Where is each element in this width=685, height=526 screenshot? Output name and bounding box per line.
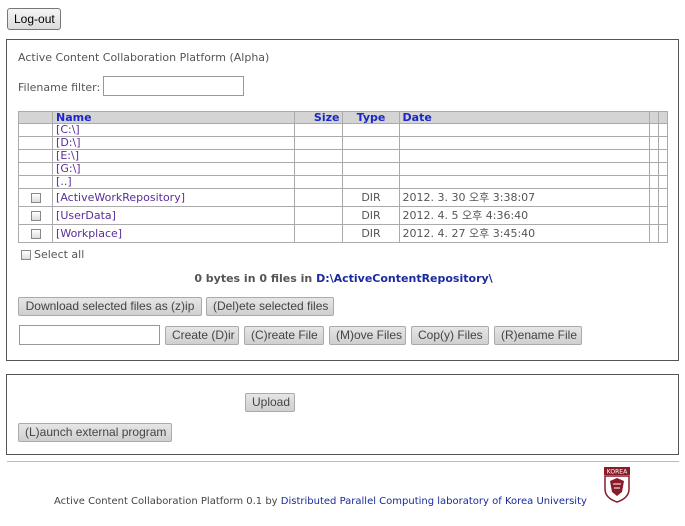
create-file-button[interactable]: (C)reate File xyxy=(244,326,324,345)
drive-link-e[interactable]: [E:\] xyxy=(56,151,79,162)
panel-title: Active Content Collaboration Platform (A… xyxy=(18,51,270,64)
download-zip-button[interactable]: Download selected files as (z)ip xyxy=(18,297,202,316)
table-row: [UserData] DIR 2012. 4. 5 오후 4:36:40 xyxy=(17,206,669,225)
delete-files-button[interactable]: (Del)ete selected files xyxy=(206,297,334,316)
directory-summary: 0 bytes in 0 files in D:\ActiveContentRe… xyxy=(7,272,680,285)
row-checkbox[interactable] xyxy=(30,193,41,203)
file-command-input[interactable] xyxy=(19,325,160,345)
header-extra-1 xyxy=(648,111,659,124)
logout-button[interactable]: Log-out xyxy=(7,8,61,30)
row-checkbox[interactable] xyxy=(30,211,41,221)
date-cell: 2012. 3. 30 오후 3:38:07 xyxy=(398,188,650,207)
table-row: [ActiveWorkRepository] DIR 2012. 3. 30 오… xyxy=(17,188,669,207)
lab-link[interactable]: Distributed Parallel Computing laborator… xyxy=(281,496,587,507)
filename-filter-label: Filename filter: xyxy=(18,81,101,94)
drive-link-d[interactable]: [D:\] xyxy=(56,138,80,149)
drive-link-g[interactable]: [G:\] xyxy=(56,164,81,175)
table-row: [D:\] xyxy=(17,136,669,150)
type-cell: DIR xyxy=(342,224,400,243)
header-size[interactable]: Size xyxy=(294,111,344,124)
date-cell: 2012. 4. 5 오후 4:36:40 xyxy=(398,206,650,225)
date-cell: 2012. 4. 27 오후 3:45:40 xyxy=(398,224,650,243)
table-row: [E:\] xyxy=(17,149,669,163)
folder-link[interactable]: [Workplace] xyxy=(56,227,122,240)
korea-university-logo: KOREA xyxy=(604,467,630,503)
footer-credit: Active Content Collaboration Platform 0.… xyxy=(54,496,587,507)
copy-files-button[interactable]: Cop(y) Files xyxy=(411,326,489,345)
file-manager-panel: Active Content Collaboration Platform (A… xyxy=(6,39,679,361)
footer-text: Active Content Collaboration Platform 0.… xyxy=(54,496,278,507)
launch-program-button[interactable]: (L)aunch external program xyxy=(18,423,172,442)
rename-file-button[interactable]: (R)ename File xyxy=(494,326,582,345)
summary-text: 0 bytes in 0 files in xyxy=(194,272,313,285)
table-header-row: Name Size Type Date xyxy=(17,111,669,124)
header-extra-2 xyxy=(657,111,669,124)
header-checkbox-cell xyxy=(17,111,54,124)
create-dir-button[interactable]: Create (D)ir xyxy=(165,326,239,345)
table-row: [Workplace] DIR 2012. 4. 27 오후 3:45:40 xyxy=(17,224,669,243)
select-all-checkbox[interactable] xyxy=(21,250,31,260)
footer-divider xyxy=(7,461,679,462)
select-all[interactable]: Select all xyxy=(21,248,84,261)
file-table: Name Size Type Date [C:\] [D:\] [E:\] [G… xyxy=(17,111,669,243)
folder-link[interactable]: [ActiveWorkRepository] xyxy=(56,191,185,204)
header-date[interactable]: Date xyxy=(398,111,650,124)
type-cell: DIR xyxy=(342,188,400,207)
upload-panel: Upload (L)aunch external program xyxy=(6,374,679,455)
row-checkbox[interactable] xyxy=(30,229,41,239)
upload-button[interactable]: Upload xyxy=(245,393,295,412)
parent-dir-link[interactable]: [..] xyxy=(56,177,72,188)
folder-link[interactable]: [UserData] xyxy=(56,209,116,222)
type-cell: DIR xyxy=(342,206,400,225)
header-type[interactable]: Type xyxy=(342,111,400,124)
table-row: [C:\] xyxy=(17,123,669,137)
select-all-label: Select all xyxy=(34,248,85,261)
logo-text: KOREA xyxy=(607,469,628,476)
table-row: [..] xyxy=(17,175,669,189)
table-row: [G:\] xyxy=(17,162,669,176)
drive-link-c[interactable]: [C:\] xyxy=(56,125,80,136)
move-files-button[interactable]: (M)ove Files xyxy=(329,326,406,345)
filename-filter-input[interactable] xyxy=(103,76,244,96)
current-path: D:\ActiveContentRepository\ xyxy=(316,272,493,285)
header-name[interactable]: Name xyxy=(52,111,296,124)
